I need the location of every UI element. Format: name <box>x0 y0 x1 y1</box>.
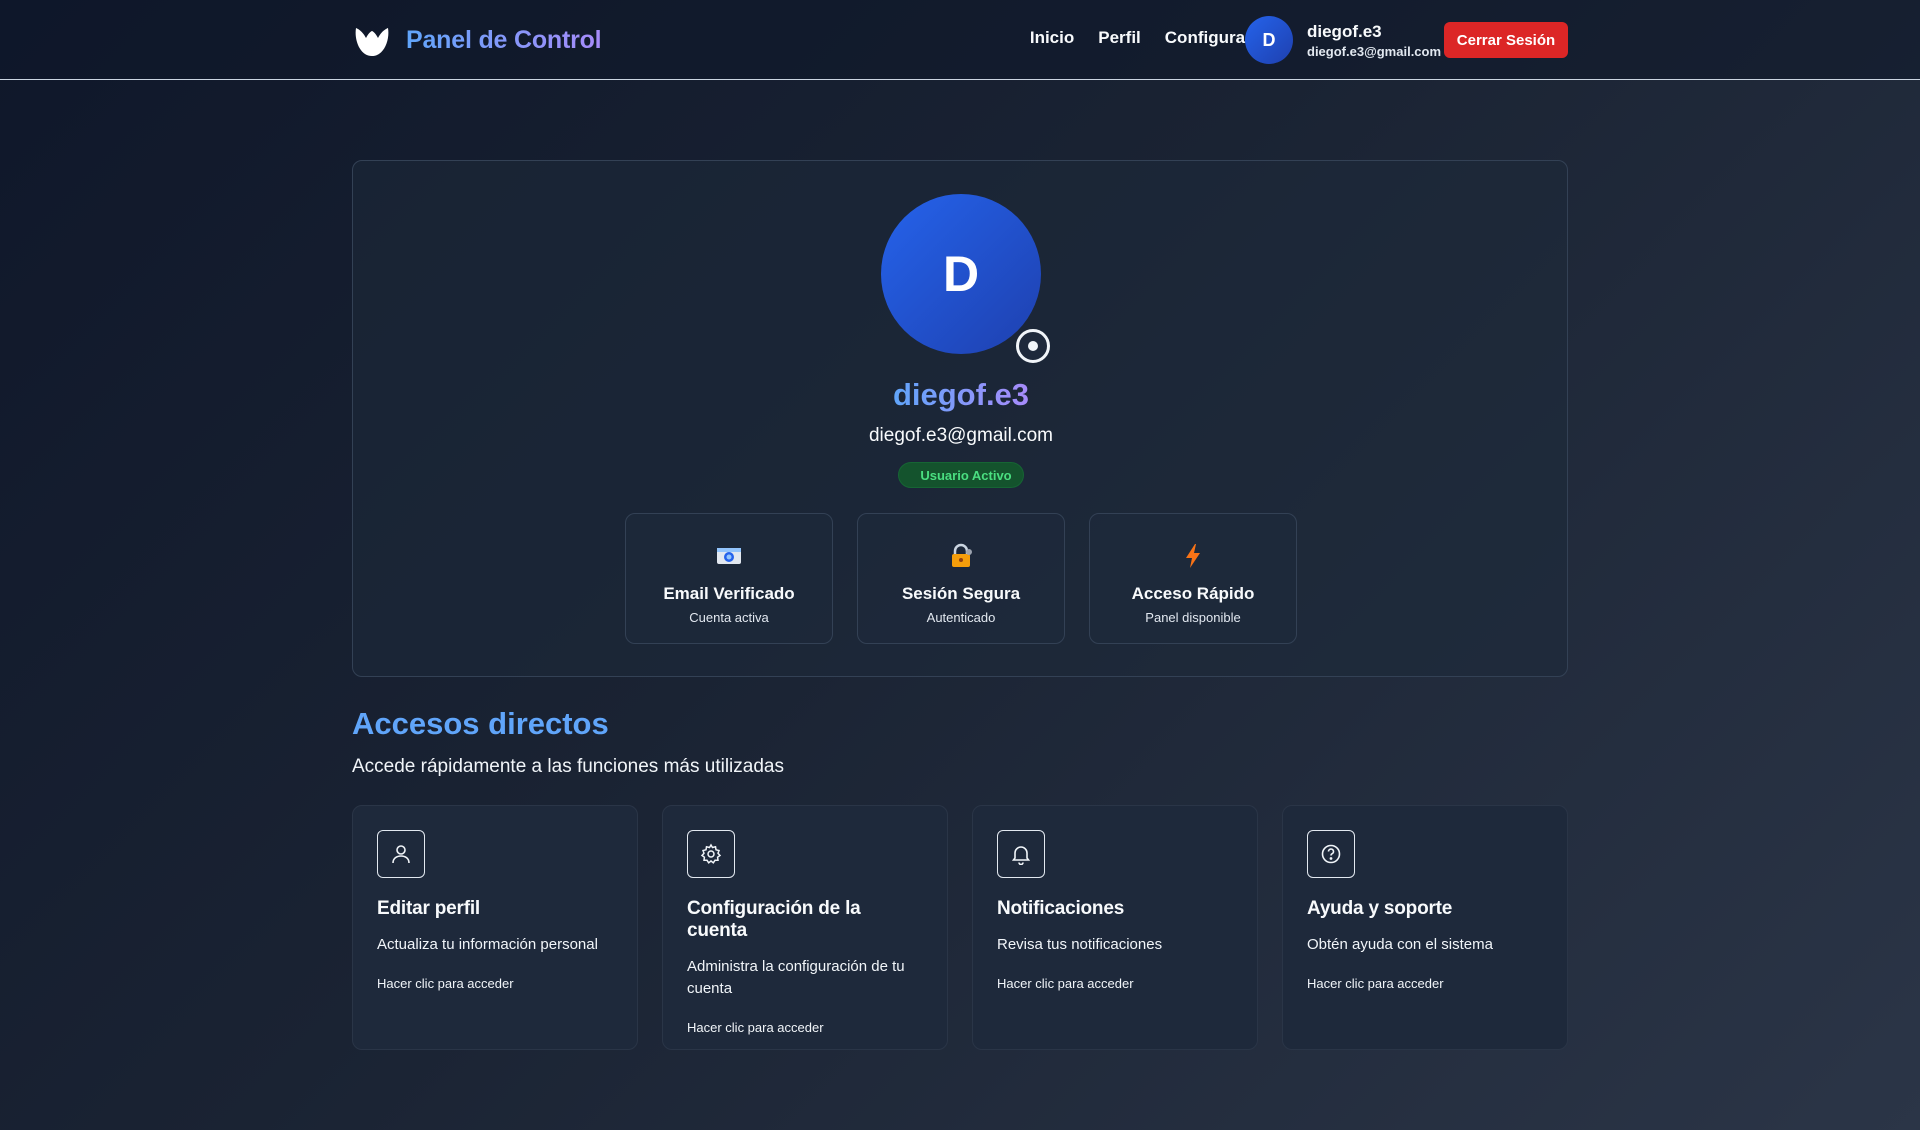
feature-card-session: Sesión Segura Autenticado <box>857 513 1065 644</box>
shortcut-cta: Hacer clic para acceder <box>687 1020 824 1035</box>
nav-user-email: diegof.e3@gmail.com <box>1307 43 1442 59</box>
shortcut-help-support[interactable]: Ayuda y soporte Obtén ayuda con el siste… <box>1282 805 1568 1050</box>
shortcut-title: Editar perfil <box>377 898 480 919</box>
profile-avatar: D <box>881 194 1041 354</box>
shortcut-description: Actualiza tu información personal <box>377 936 598 953</box>
shortcuts-title: Accesos directos <box>352 706 609 741</box>
feature-title: Acceso Rápido <box>1131 584 1255 603</box>
nav-link-perfil[interactable]: Perfil <box>1098 28 1141 48</box>
lock-key-icon <box>947 542 975 570</box>
logout-button[interactable]: Cerrar Sesión <box>1444 22 1568 58</box>
shortcut-description: Administra la configuración de tu cuenta <box>687 958 905 997</box>
feature-title: Email Verificado <box>663 584 795 603</box>
profile-card: D diegof.e3 diegof.e3@gmail.com Usuario … <box>352 160 1568 677</box>
feature-card-quick-access: Acceso Rápido Panel disponible <box>1089 513 1297 644</box>
user-icon <box>377 830 425 878</box>
feature-subtitle: Panel disponible <box>1145 610 1241 625</box>
nav-link-inicio[interactable]: Inicio <box>1030 28 1074 48</box>
lightning-icon <box>1179 542 1207 570</box>
shortcut-notifications[interactable]: Notificaciones Revisa tus notificaciones… <box>972 805 1258 1050</box>
shortcut-title: Configuración de la cuenta <box>687 898 861 941</box>
shortcut-title: Ayuda y soporte <box>1307 898 1453 919</box>
shortcut-title: Notificaciones <box>997 898 1125 919</box>
status-badge: Usuario Activo <box>898 462 1024 488</box>
shortcut-description: Revisa tus notificaciones <box>997 936 1163 953</box>
profile-email: diegof.e3@gmail.com <box>868 425 1054 446</box>
shortcut-cta: Hacer clic para acceder <box>1307 976 1444 991</box>
nav-user-info: diegof.e3 diegof.e3@gmail.com <box>1307 22 1441 59</box>
profile-name-text: diegof.e3 <box>892 377 1030 412</box>
feature-list: Email Verificado Cuenta activa Sesión Se… <box>625 513 1297 644</box>
feature-subtitle: Cuenta activa <box>689 610 769 625</box>
online-status-icon <box>1016 329 1050 363</box>
brand-title: Panel de Control <box>406 25 602 54</box>
shortcut-description: Obtén ayuda con el sistema <box>1307 936 1493 953</box>
feature-title: Sesión Segura <box>901 584 1021 603</box>
profile-name: diegof.e3 <box>353 377 1569 413</box>
shortcut-list: Editar perfil Actualiza tu información p… <box>352 805 1568 1050</box>
shortcut-account-settings[interactable]: Configuración de la cuenta Administra la… <box>662 805 948 1050</box>
shortcut-cta: Hacer clic para acceder <box>377 976 514 991</box>
shortcut-cta: Hacer clic para acceder <box>997 976 1134 991</box>
top-navbar: Panel de Control Inicio Perfil Configura… <box>0 0 1920 80</box>
shortcut-edit-profile[interactable]: Editar perfil Actualiza tu información p… <box>352 805 638 1050</box>
nav-user-name: diegof.e3 <box>1307 21 1382 41</box>
online-status-dot <box>1028 341 1038 351</box>
avatar[interactable]: D <box>1245 16 1293 64</box>
feature-subtitle: Autenticado <box>926 610 996 625</box>
brand[interactable]: Panel de Control <box>352 20 602 60</box>
help-icon <box>1307 830 1355 878</box>
shortcuts-subtitle: Accede rápidamente a las funciones más u… <box>352 756 784 777</box>
brand-logo-icon <box>355 28 389 56</box>
gear-icon <box>687 830 735 878</box>
nav-user-menu[interactable]: D diegof.e3 diegof.e3@gmail.com <box>1245 16 1441 64</box>
feature-card-email: Email Verificado Cuenta activa <box>625 513 833 644</box>
main-nav: Inicio Perfil Configuración <box>1030 28 1280 48</box>
bell-icon <box>997 830 1045 878</box>
id-card-icon <box>715 542 743 570</box>
